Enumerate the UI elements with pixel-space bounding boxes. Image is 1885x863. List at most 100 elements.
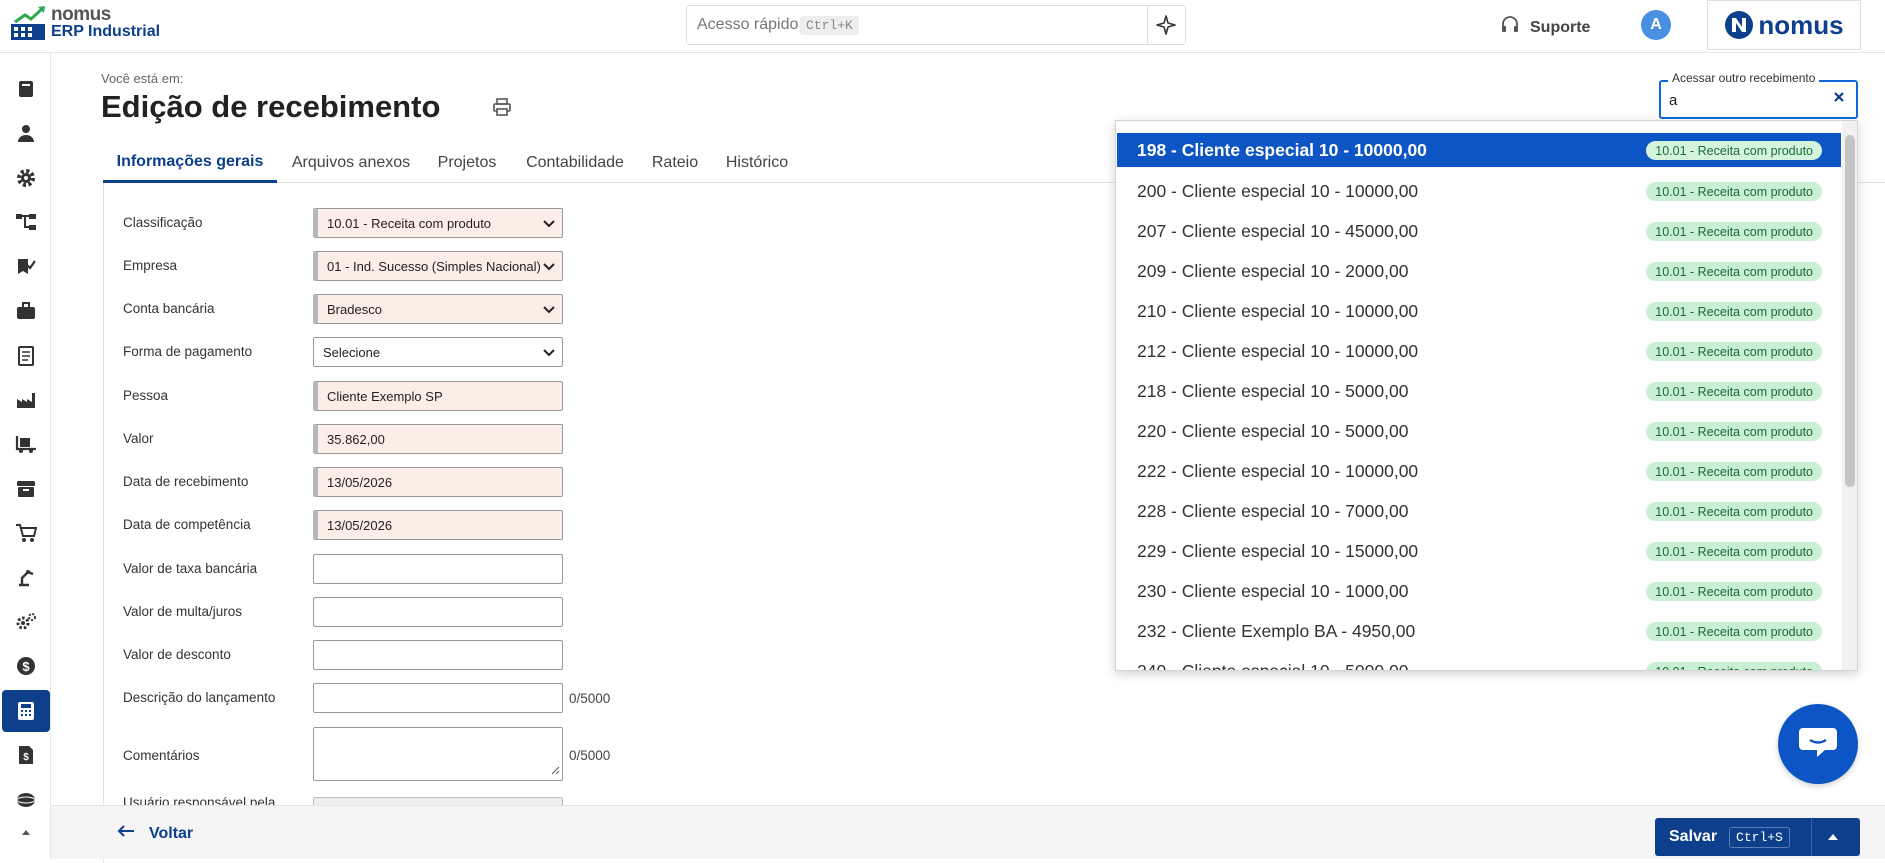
classification-badge: 10.01 - Receita com produto: [1646, 582, 1822, 601]
dropdown-option[interactable]: 210 - Cliente especial 10 - 10000,00 10.0…: [1117, 294, 1841, 328]
dropdown-option[interactable]: 200 - Cliente especial 10 - 10000,00 10.0…: [1117, 174, 1841, 208]
chat-button[interactable]: [1778, 704, 1858, 784]
support-button[interactable]: Suporte: [1500, 15, 1590, 40]
tab-informacoes-gerais[interactable]: Informações gerais: [103, 143, 277, 183]
dropdown-option[interactable]: 209 - Cliente especial 10 - 2000,00 10.01…: [1117, 254, 1841, 288]
nomus-logo[interactable]: nomus ERP Industrial: [11, 5, 161, 40]
caret-up-icon[interactable]: [1828, 834, 1838, 840]
back-label: Voltar: [149, 824, 194, 842]
cart-icon[interactable]: [2, 512, 50, 554]
gear-icon[interactable]: [2, 157, 50, 199]
save-button[interactable]: Salvar Ctrl+S: [1655, 818, 1860, 856]
tab-projetos[interactable]: Projetos: [434, 143, 500, 183]
tab-historico[interactable]: Histórico: [723, 143, 791, 183]
option-label: 207 - Cliente especial 10 - 45000,00: [1137, 220, 1419, 241]
classificacao-value: 10.01 - Receita com produto: [327, 215, 492, 231]
forklift-icon[interactable]: [2, 423, 50, 465]
calculator-icon[interactable]: [2, 690, 50, 732]
dropdown-option[interactable]: 218 - Cliente especial 10 - 5000,00 10.01…: [1117, 374, 1841, 408]
tab-contabilidade[interactable]: Contabilidade: [523, 143, 627, 183]
sidebar: $ $: [0, 53, 51, 859]
quick-access-box[interactable]: Ctrl+K: [686, 5, 1186, 45]
dropdown-option[interactable]: 240 - Cliente especial 10 - 5000,00 10.01…: [1117, 654, 1841, 670]
arrow-left-icon: [117, 824, 135, 843]
page-title: Edição de recebimento: [101, 89, 441, 124]
search-receipt-label: Acessar outro recebimento: [1668, 71, 1820, 85]
dollar-icon[interactable]: $: [2, 645, 50, 687]
user-avatar[interactable]: A: [1641, 10, 1671, 40]
empresa-select[interactable]: 01 - Ind. Sucesso (Simples Nacional): [313, 251, 563, 281]
data-recebimento-input[interactable]: 13/05/2026: [313, 467, 563, 497]
dropdown-option[interactable]: 222 - Cliente especial 10 - 10000,00 10.0…: [1117, 454, 1841, 488]
logo-line2: ERP Industrial: [51, 23, 161, 40]
search-receipt-input[interactable]: [1669, 91, 1829, 109]
document-icon[interactable]: [2, 335, 50, 377]
pessoa-value: Cliente Exemplo SP: [327, 388, 443, 404]
classification-badge: 10.01 - Receita com produto: [1646, 502, 1822, 521]
breadcrumb: Você está em:: [101, 71, 184, 86]
classification-badge: 10.01 - Receita com produto: [1646, 262, 1822, 281]
taxa-bancaria-input[interactable]: [313, 554, 563, 584]
option-label: 212 - Cliente especial 10 - 10000,00: [1137, 340, 1419, 361]
classification-badge: 10.01 - Receita com produto: [1646, 382, 1822, 401]
brand-logo: nomus: [1707, 0, 1861, 50]
briefcase-icon[interactable]: [2, 290, 50, 332]
print-icon[interactable]: [493, 98, 511, 121]
field-label-data-competencia: Data de competência: [123, 517, 251, 532]
pessoa-input[interactable]: Cliente Exemplo SP: [313, 381, 563, 411]
back-button[interactable]: Voltar: [117, 824, 193, 843]
dropdown-option[interactable]: 228 - Cliente especial 10 - 7000,00 10.01…: [1117, 494, 1841, 528]
resize-handle-icon[interactable]: [551, 763, 560, 778]
classification-badge: 10.01 - Receita com produto: [1646, 462, 1822, 481]
field-label-desconto: Valor de desconto: [123, 647, 231, 662]
option-label: 229 - Cliente especial 10 - 15000,00: [1137, 540, 1419, 561]
dropdown-option[interactable]: 207 - Cliente especial 10 - 45000,00 10.0…: [1117, 214, 1841, 248]
dropdown-option[interactable]: 220 - Cliente especial 10 - 5000,00 10.01…: [1117, 414, 1841, 448]
option-label: 228 - Cliente especial 10 - 7000,00: [1137, 500, 1409, 521]
field-label-classificacao: Classificação: [123, 215, 203, 230]
archive-icon[interactable]: [2, 468, 50, 510]
settings-cog-icon[interactable]: [2, 601, 50, 643]
descricao-input[interactable]: [313, 683, 563, 713]
globe-icon[interactable]: [2, 779, 50, 821]
valor-input[interactable]: 35.862,00: [313, 424, 563, 454]
headset-icon: [1500, 15, 1520, 40]
user-icon[interactable]: [2, 112, 50, 154]
classification-badge: 10.01 - Receita com produto: [1646, 542, 1822, 561]
field-label-valor: Valor: [123, 431, 154, 446]
close-icon[interactable]: [1832, 90, 1846, 109]
hierarchy-icon[interactable]: [2, 201, 50, 243]
comentarios-textarea[interactable]: [313, 727, 563, 781]
dropdown-option[interactable]: 229 - Cliente especial 10 - 15000,00 10.0…: [1117, 534, 1841, 568]
dropdown-scrollbar-thumb[interactable]: [1845, 135, 1855, 487]
dropdown-option[interactable]: 198 - Cliente especial 10 - 10000,00 10.0…: [1117, 133, 1841, 167]
tab-arquivos-anexos[interactable]: Arquivos anexos: [291, 143, 411, 183]
bottom-action-bar: Voltar Salvar Ctrl+S: [51, 805, 1885, 859]
dropdown-option[interactable]: 212 - Cliente especial 10 - 10000,00 10.0…: [1117, 334, 1841, 368]
option-label: 200 - Cliente especial 10 - 10000,00: [1137, 180, 1419, 201]
quick-access-shortcut: Ctrl+K: [800, 16, 859, 35]
dropdown-scrollbar[interactable]: [1842, 121, 1857, 670]
dropdown-option[interactable]: 232 - Cliente Exemplo BA - 4950,00 10.01 …: [1117, 614, 1841, 648]
forma-pagamento-select[interactable]: Selecione: [313, 337, 563, 367]
field-label-multa-juros: Valor de multa/juros: [123, 604, 243, 619]
robot-arm-icon[interactable]: [2, 556, 50, 598]
tab-rateio[interactable]: Rateio: [650, 143, 700, 183]
desconto-input[interactable]: [313, 640, 563, 670]
data-competencia-input[interactable]: 13/05/2026: [313, 510, 563, 540]
checklist-icon[interactable]: [2, 245, 50, 287]
invoice-icon[interactable]: $: [2, 734, 50, 776]
search-receipt-box[interactable]: [1659, 80, 1858, 119]
classificacao-select[interactable]: 10.01 - Receita com produto: [313, 208, 563, 238]
field-label-data-recebimento: Data de recebimento: [123, 474, 249, 489]
multa-juros-input[interactable]: [313, 597, 563, 627]
book-icon[interactable]: [2, 68, 50, 110]
conta-bancaria-select[interactable]: Bradesco: [313, 294, 563, 324]
comentarios-counter: 0/5000: [569, 748, 611, 763]
field-label-conta-bancaria: Conta bancária: [123, 301, 215, 316]
dropdown-option[interactable]: 230 - Cliente especial 10 - 1000,00 10.01…: [1117, 574, 1841, 608]
data-recebimento-value: 13/05/2026: [327, 474, 393, 490]
sidebar-scroll-up-icon[interactable]: [2, 821, 50, 843]
sparkle-icon[interactable]: [1156, 15, 1176, 40]
factory-icon[interactable]: [2, 379, 50, 421]
